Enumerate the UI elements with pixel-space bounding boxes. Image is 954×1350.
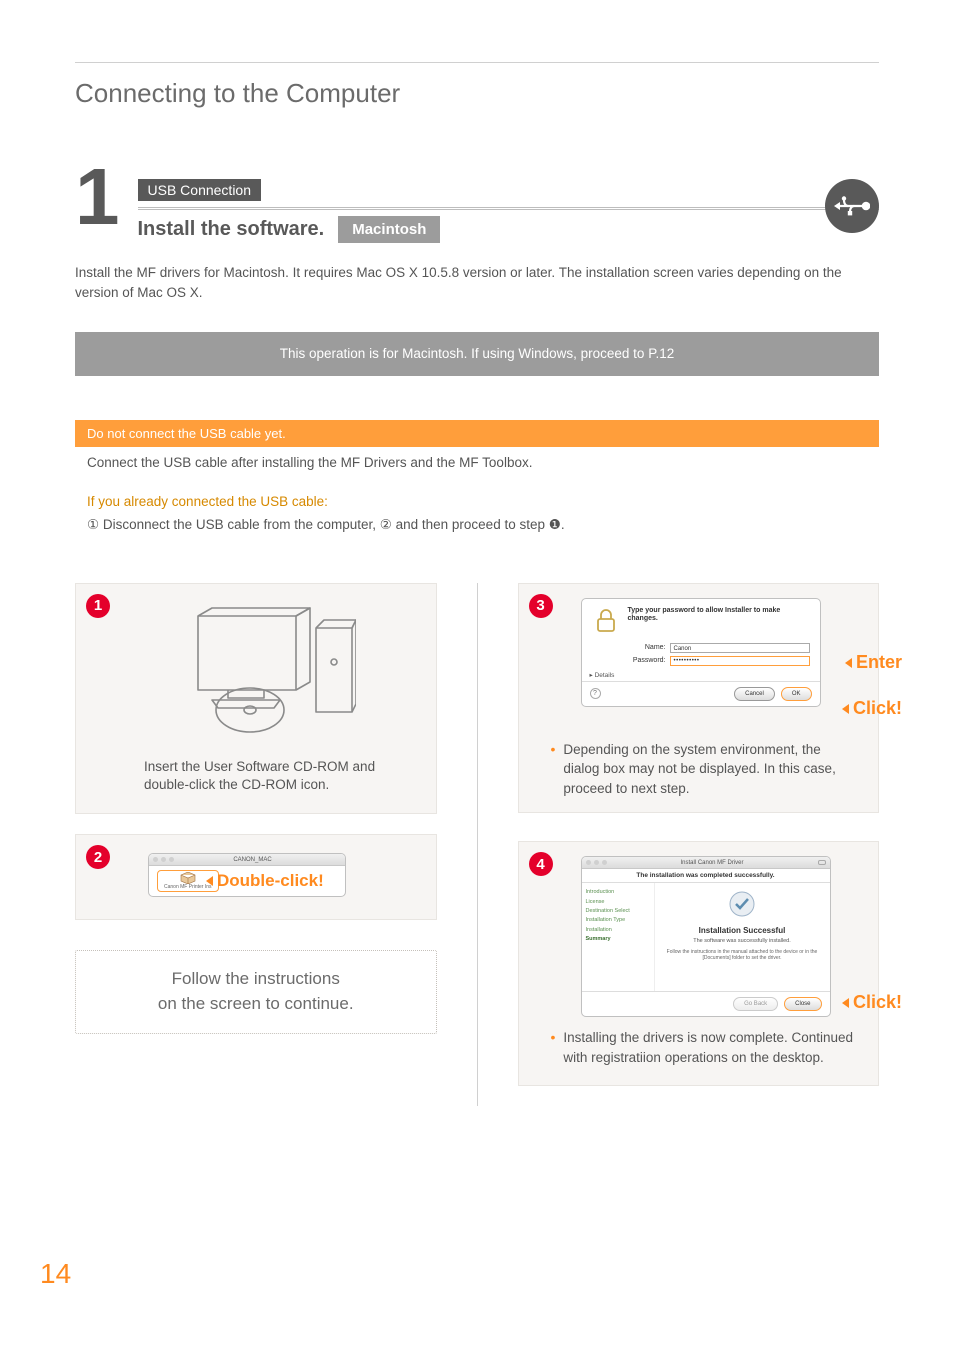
step-marker-2: 2 xyxy=(86,845,110,869)
step-marker-3: 3 xyxy=(529,594,553,618)
panel-4-note: • Installing the drivers is now complete… xyxy=(551,1028,861,1067)
check-icon xyxy=(729,891,755,917)
close-button[interactable]: Close xyxy=(784,997,821,1011)
step-marker-1: 1 xyxy=(86,594,110,618)
warning-body: Connect the USB cable after installing t… xyxy=(75,447,879,470)
help-icon[interactable]: ? xyxy=(590,688,601,699)
installer-window: Install Canon MF Driver The installation… xyxy=(581,856,831,1017)
installer-title: Install Canon MF Driver xyxy=(610,860,815,866)
success-title: Installation Successful xyxy=(661,926,824,935)
panel-2: 2 CANON_MAC Canon xyxy=(75,834,437,920)
follow-instructions-note: Follow the instructions on the screen to… xyxy=(75,950,437,1033)
already-connected-body: ① Disconnect the USB cable from the comp… xyxy=(87,517,879,533)
warning-title: Do not connect the USB cable yet. xyxy=(75,420,879,447)
auth-dialog-msg: Type your password to allow Installer to… xyxy=(628,607,810,635)
panel-4: 4 Install Canon MF Driver The installati… xyxy=(518,841,880,1086)
name-field[interactable]: Canon xyxy=(670,643,810,653)
installer-icon-label: Canon MF Printer Ins xyxy=(164,884,212,890)
double-click-callout: Double-click! xyxy=(206,871,324,891)
enter-callout: Enter xyxy=(845,652,902,673)
success-note: Follow the instructions in the manual at… xyxy=(661,949,824,961)
panel-3-note: • Depending on the system environment, t… xyxy=(551,740,861,799)
usb-connection-badge: USB Connection xyxy=(138,179,262,201)
step-number: 1 xyxy=(75,161,120,233)
click-callout-4: Click! xyxy=(842,992,902,1013)
package-icon xyxy=(180,872,196,884)
computer-illustration xyxy=(156,604,356,744)
cancel-button[interactable]: Cancel xyxy=(734,687,775,701)
panel-1: 1 xyxy=(75,583,437,815)
click-callout: Click! xyxy=(842,698,902,719)
platform-badge: Macintosh xyxy=(338,216,440,243)
details-toggle[interactable]: ▸ Details xyxy=(582,666,820,681)
installer-sidebar: Introduction License Destination Select … xyxy=(582,883,654,991)
column-divider xyxy=(477,583,478,1107)
auth-dialog: Type your password to allow Installer to… xyxy=(581,598,821,707)
page-title: Connecting to the Computer xyxy=(75,78,879,109)
already-connected-title: If you already connected the USB cable: xyxy=(87,494,879,509)
finder-title: CANON_MAC xyxy=(177,857,328,863)
usb-icon xyxy=(825,179,879,233)
step-marker-4: 4 xyxy=(529,852,553,876)
top-divider xyxy=(75,62,879,63)
step-header: 1 USB Connection Install the software. M… xyxy=(75,179,879,251)
goback-button[interactable]: Go Back xyxy=(733,997,778,1011)
lock-icon xyxy=(592,607,620,635)
name-label: Name: xyxy=(628,644,666,651)
platform-banner: This operation is for Macintosh. If usin… xyxy=(75,332,879,376)
installer-header: The installation was completed successfu… xyxy=(582,869,830,883)
ok-button[interactable]: OK xyxy=(781,687,812,701)
install-software-title: Install the software. xyxy=(138,218,325,241)
password-field[interactable]: •••••••••• xyxy=(670,656,810,666)
panel-3: 3 Type your password to allow Installer … xyxy=(518,583,880,814)
panel-1-caption: Insert the User Software CD-ROM and doub… xyxy=(144,758,418,796)
intro-paragraph: Install the MF drivers for Macintosh. It… xyxy=(75,263,879,304)
password-label: Password: xyxy=(628,657,666,664)
success-sub: The software was successfully installed. xyxy=(661,938,824,944)
page-number: 14 xyxy=(40,1258,71,1290)
